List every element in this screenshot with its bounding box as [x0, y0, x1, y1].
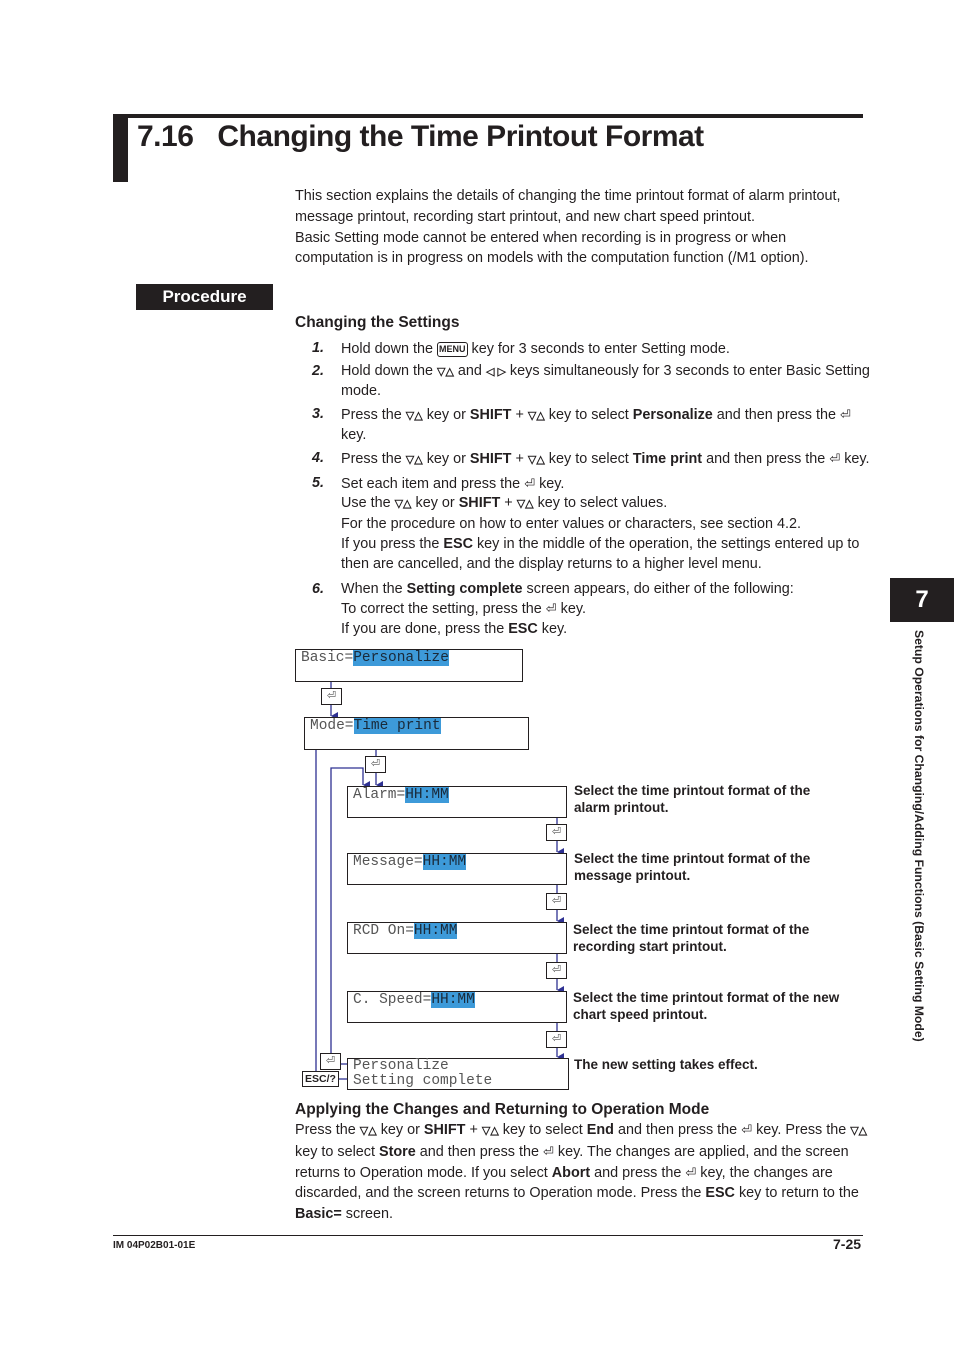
chapter-side-title: Setup Operations for Changing/Adding Fun… — [893, 630, 943, 1120]
lcd-line-1: Personalize — [353, 1058, 449, 1074]
esc-key-icon: ESC/? — [302, 1071, 339, 1087]
up-down-key-icon: ▽△ — [850, 1125, 868, 1137]
chapter-title: Setup Operations for Changing/Adding Fun… — [912, 630, 926, 1042]
text: key or — [376, 1122, 424, 1138]
lcd-value: HH:MM — [431, 992, 475, 1008]
lcd-value: Time print — [353, 718, 441, 734]
text: key to select — [295, 1143, 379, 1160]
text: + — [465, 1122, 482, 1138]
rcd-on-description: Select the time printout format of the r… — [573, 922, 810, 954]
lcd-label: Basic= — [301, 650, 354, 666]
text: key to return to the — [734, 1185, 859, 1202]
text: and press the — [590, 1164, 686, 1181]
esc-key: ESC — [705, 1185, 735, 1202]
bold-term: Abort — [551, 1164, 591, 1181]
lcd-screen-setting-complete: Personalize Setting complete — [347, 1058, 569, 1090]
enter-key-icon: ⏎ — [321, 688, 342, 705]
lcd-label: C. Speed= — [353, 992, 432, 1008]
page-number: 7-25 — [833, 1236, 862, 1252]
lcd-value: HH:MM — [422, 854, 467, 870]
bold-term: Store — [378, 1143, 416, 1160]
lcd-screen-basic: Basic=Personalize — [295, 649, 523, 682]
footer-rule — [113, 1235, 863, 1236]
lcd-label: Alarm= — [353, 787, 406, 803]
lcd-value: Personalize — [353, 650, 449, 666]
lcd-screen-chart-speed: C. Speed=HH:MM — [347, 991, 567, 1023]
text: key. Press the — [752, 1122, 851, 1138]
enter-key-icon: ⏎ — [685, 1164, 697, 1180]
chapter-tab[interactable]: 7 — [890, 578, 954, 622]
up-down-key-icon: ▽△ — [359, 1125, 377, 1137]
bold-term: End — [586, 1122, 614, 1138]
text: and then press the — [415, 1143, 543, 1160]
enter-key-icon: ⏎ — [741, 1122, 753, 1137]
lcd-label: Mode= — [310, 718, 354, 734]
lcd-screen-alarm: Alarm=HH:MM — [347, 786, 567, 818]
message-description: Select the time printout format of the m… — [574, 851, 811, 883]
enter-key-icon: ⏎ — [543, 1143, 554, 1159]
document-id: IM 04P02B01-01E — [113, 1240, 196, 1251]
up-down-key-icon: ▽△ — [481, 1125, 499, 1137]
apply-body: Press the ▽△ key or SHIFT + ▽△ key to se… — [295, 1120, 870, 1225]
enter-key-icon: ⏎ — [320, 1053, 341, 1070]
text: Press the — [295, 1122, 360, 1138]
enter-key-icon: ⏎ — [546, 824, 567, 841]
enter-key-icon: ⏎ — [546, 962, 567, 979]
lcd-value: HH:MM — [413, 923, 458, 939]
lcd-screen-mode: Mode=Time print — [304, 717, 529, 750]
text: screen. — [341, 1206, 394, 1223]
alarm-description: Select the time printout format of the a… — [574, 783, 811, 815]
apply-heading: Applying the Changes and Returning to Op… — [295, 1101, 710, 1118]
lcd-screen-rcd-on: RCD On=HH:MM — [347, 922, 567, 954]
chart-speed-description: Select the time printout format of the n… — [573, 990, 840, 1022]
bold-term: Basic= — [295, 1206, 342, 1223]
lcd-label: Message= — [353, 854, 423, 870]
text: key to select — [498, 1122, 587, 1138]
text: and then press the — [613, 1122, 742, 1138]
lcd-value: HH:MM — [405, 787, 449, 803]
lcd-line-2: Setting complete — [353, 1073, 493, 1089]
setting-complete-description: The new setting takes effect. — [574, 1057, 758, 1072]
lcd-label: RCD On= — [353, 923, 414, 939]
enter-key-icon: ⏎ — [546, 893, 567, 910]
enter-key-icon: ⏎ — [365, 756, 386, 773]
shift-key: SHIFT — [423, 1122, 466, 1138]
lcd-screen-message: Message=HH:MM — [347, 853, 567, 885]
enter-key-icon: ⏎ — [546, 1031, 567, 1048]
